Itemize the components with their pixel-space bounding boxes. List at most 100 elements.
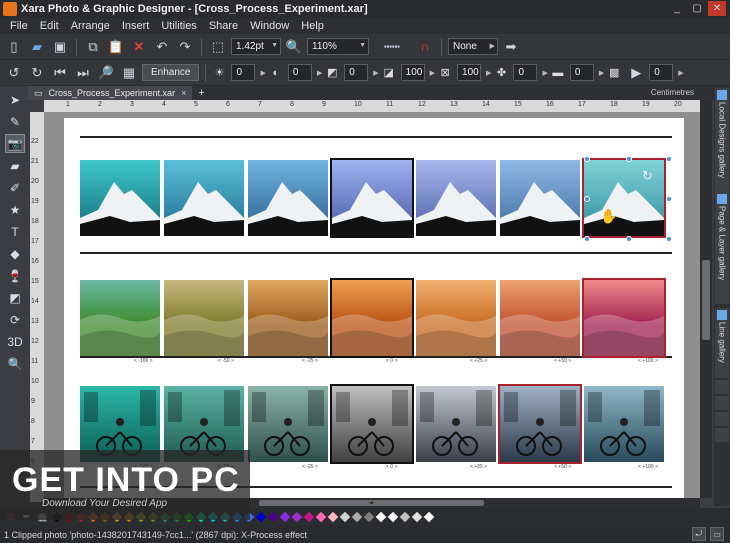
freehand-tool-icon[interactable]: ✐ [5, 178, 25, 197]
color-swatch[interactable] [411, 511, 423, 523]
transparency-tool-icon[interactable]: 🍷 [5, 266, 25, 285]
redo-icon[interactable]: ↷ [175, 37, 195, 57]
bikes-thumbnail[interactable] [498, 384, 582, 464]
selection-handle[interactable] [626, 156, 632, 162]
eraser-tool-icon[interactable]: ▰ [5, 156, 25, 175]
mountain-thumbnail[interactable] [500, 160, 580, 236]
color-swatch[interactable] [423, 511, 435, 523]
scrollbar-thumb[interactable] [702, 260, 710, 340]
bikes-thumbnail[interactable] [416, 386, 496, 462]
zoom-field[interactable]: 110% ▼ [307, 38, 369, 55]
zoom-tool-icon[interactable]: 🔍 [5, 354, 25, 373]
menu-window[interactable]: Window [244, 20, 295, 32]
sunset-thumbnail[interactable] [416, 280, 496, 356]
vertical-scrollbar[interactable] [700, 100, 712, 498]
color-swatch[interactable] [267, 511, 279, 523]
cache-icon[interactable]: ▭ [710, 527, 724, 541]
contour-tool-icon[interactable]: ✎ [5, 112, 25, 131]
magnet-snap-icon[interactable]: ∩ [415, 37, 435, 57]
step-forward-icon[interactable]: ⏭ [73, 63, 93, 83]
resample-icon[interactable]: ▦ [119, 63, 139, 83]
saturation-field[interactable]: 0 [344, 64, 369, 81]
menu-share[interactable]: Share [203, 20, 244, 32]
bikes-thumbnail[interactable] [584, 386, 664, 462]
exposure-field[interactable]: 100 [400, 64, 425, 81]
color-swatch[interactable] [351, 511, 363, 523]
page-layer-gallery-tab[interactable]: Page & Layer gallery [715, 192, 729, 304]
rotate-handle-icon[interactable]: ↻ [642, 168, 653, 184]
local-designs-gallery-tab[interactable]: Local Designs gallery [715, 88, 729, 206]
photo-tool-icon[interactable]: 📷 [5, 134, 25, 153]
maximize-button[interactable]: ▢ [688, 1, 706, 16]
selection-handle[interactable] [584, 196, 590, 202]
text-tool-icon[interactable]: T [5, 222, 25, 241]
minimize-button[interactable]: _ [668, 1, 686, 16]
canvas[interactable]: < -100 > < -50 > < -25 > < 0 > < +25 > < +50 … [44, 112, 700, 498]
play-icon[interactable]: ▶ [626, 63, 646, 83]
color-swatch[interactable] [375, 511, 387, 523]
color-gallery-icon[interactable] [715, 412, 729, 426]
shape-tool-icon[interactable]: ★ [5, 200, 25, 219]
fill-tool-icon[interactable]: ◆ [5, 244, 25, 263]
selection-handle[interactable] [666, 236, 672, 242]
measure-icon[interactable]: ┅┅ [372, 37, 412, 57]
tint-field[interactable]: 0 [569, 64, 594, 81]
selection-handle[interactable] [584, 236, 590, 242]
sunset-thumbnail[interactable] [582, 278, 666, 358]
color-swatch[interactable] [291, 511, 303, 523]
step-back-icon[interactable]: ⏮ [50, 63, 70, 83]
color-swatch[interactable] [387, 511, 399, 523]
bikes-thumbnail[interactable] [330, 384, 414, 464]
selection-handle[interactable] [584, 156, 590, 162]
selection-handle[interactable] [666, 196, 672, 202]
bikes-thumbnail[interactable] [248, 386, 328, 462]
transform-icon[interactable]: ⬚ [208, 37, 228, 57]
arrow-style-field[interactable]: None ▶ [448, 38, 498, 55]
mountain-thumbnail[interactable] [80, 160, 160, 236]
mountain-thumbnail[interactable] [330, 158, 414, 238]
menu-utilities[interactable]: Utilities [155, 20, 202, 32]
3d-tool-icon[interactable]: 3D [5, 332, 25, 351]
enhance-button[interactable]: Enhance [142, 64, 200, 81]
menu-file[interactable]: File [4, 20, 34, 32]
gamma-field[interactable]: 100 [457, 64, 482, 81]
color-swatch[interactable] [315, 511, 327, 523]
line-gallery-tab[interactable]: Line gallery [715, 308, 729, 378]
document-tab[interactable]: ▭ Cross_Process_Experiment.xar × [28, 86, 193, 100]
sunset-thumbnail[interactable] [164, 280, 244, 356]
text-gallery-icon[interactable] [715, 396, 729, 410]
color-swatch[interactable] [339, 511, 351, 523]
selection-handle[interactable] [626, 236, 632, 242]
sunset-thumbnail[interactable] [330, 278, 414, 358]
new-document-icon[interactable]: ▯ [4, 37, 24, 57]
color-swatch[interactable] [279, 511, 291, 523]
arrow-right-icon[interactable]: ➡ [501, 37, 521, 57]
zoom-icon[interactable]: 🔍 [284, 37, 304, 57]
bitmap-gallery-icon[interactable] [715, 428, 729, 442]
close-tab-icon[interactable]: × [181, 88, 186, 98]
color-swatch[interactable] [399, 511, 411, 523]
mountain-thumbnail[interactable] [164, 160, 244, 236]
sunset-thumbnail[interactable] [500, 280, 580, 356]
scrollbar-thumb[interactable]: ◂▸ [259, 500, 484, 506]
menu-insert[interactable]: Insert [116, 20, 156, 32]
menu-arrange[interactable]: Arrange [65, 20, 116, 32]
mountain-thumbnail[interactable] [248, 160, 328, 236]
menu-edit[interactable]: Edit [34, 20, 65, 32]
rotate-right-icon[interactable]: ↻ [27, 63, 47, 83]
color-swatch[interactable] [327, 511, 339, 523]
sunset-thumbnail[interactable] [248, 280, 328, 356]
add-tab-button[interactable]: + [198, 87, 204, 99]
menu-help[interactable]: Help [295, 20, 330, 32]
close-button[interactable]: ✕ [708, 1, 726, 16]
color-swatch[interactable] [303, 511, 315, 523]
open-folder-icon[interactable]: ▰ [27, 37, 47, 57]
rotate-left-icon[interactable]: ↺ [4, 63, 24, 83]
color-swatch[interactable] [363, 511, 375, 523]
delete-icon[interactable]: ✕ [129, 37, 149, 57]
selector-tool-icon[interactable]: ➤ [5, 90, 25, 109]
copy-icon[interactable]: ⧉ [83, 37, 103, 57]
mountain-thumbnail[interactable] [416, 160, 496, 236]
fill-gallery-icon[interactable] [715, 380, 729, 394]
shadow-tool-icon[interactable]: ◩ [5, 288, 25, 307]
